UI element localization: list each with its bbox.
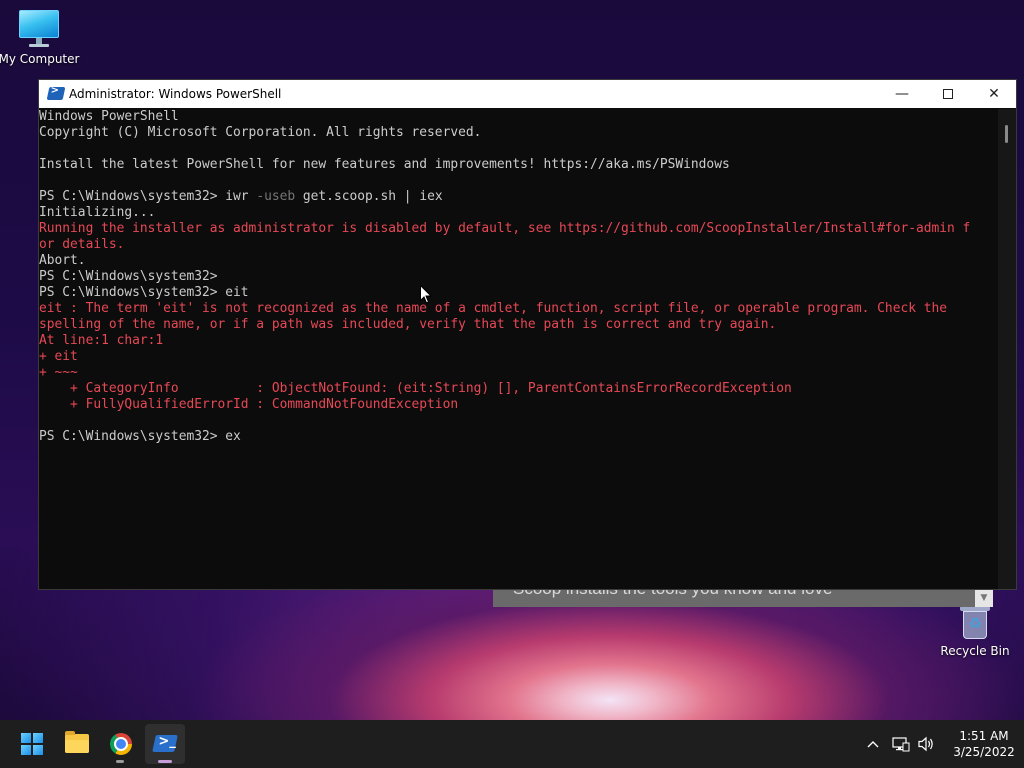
clock-time: 1:51 AM: [959, 729, 1009, 743]
maximize-icon: [943, 89, 953, 99]
clock-date: 3/25/2022: [953, 745, 1015, 759]
show-hidden-icons-chevron-icon[interactable]: [862, 720, 884, 768]
chrome-button[interactable]: [101, 724, 141, 764]
recycle-bin-label: Recycle Bin: [940, 644, 1010, 658]
console-rest: get.scoop.sh | iex: [295, 189, 443, 204]
vertical-scrollbar[interactable]: [998, 109, 1016, 589]
console-cmd: iwr: [225, 189, 249, 204]
console-line: + ~~~: [39, 365, 78, 380]
powershell-icon: >: [46, 85, 66, 100]
console-line: + CategoryInfo : ObjectNotFound: (eit:St…: [39, 381, 792, 396]
console-line: Copyright (C) Microsoft Corporation. All…: [39, 125, 482, 140]
active-indicator: [158, 760, 172, 763]
recycle-bin-icon: [960, 606, 990, 640]
console-line: spelling of the name, or if a path was i…: [39, 317, 777, 332]
close-button[interactable]: ✕: [971, 80, 1017, 108]
window-title: Administrator: Windows PowerShell: [69, 87, 282, 101]
title-bar[interactable]: > Administrator: Windows PowerShell — ✕: [39, 80, 1016, 108]
console-line: + eit: [39, 349, 78, 364]
minimize-icon: —: [895, 86, 909, 102]
console-line: PS C:\Windows\system32> eit: [39, 285, 249, 300]
console-line: Running the installer as administrator i…: [39, 221, 971, 236]
file-explorer-button[interactable]: [57, 724, 97, 764]
console-line: eit : The term 'eit' is not recognized a…: [39, 301, 948, 316]
computer-icon: [17, 10, 61, 48]
network-icon[interactable]: [890, 720, 912, 768]
folder-icon: [65, 731, 89, 753]
clock[interactable]: 1:51 AM 3/25/2022: [938, 728, 1024, 768]
maximize-button[interactable]: [925, 80, 971, 108]
scroll-down-icon[interactable]: ▼: [975, 589, 993, 607]
console-line: Initializing...: [39, 205, 156, 220]
windows-logo-icon: [21, 733, 43, 755]
start-button[interactable]: [12, 724, 52, 764]
console-line: Install the latest PowerShell for new fe…: [39, 157, 730, 172]
powershell-taskbar-button[interactable]: >_: [145, 724, 185, 764]
powershell-icon: >_: [152, 734, 178, 752]
console-line: Windows PowerShell: [39, 109, 179, 124]
minimize-button[interactable]: —: [879, 80, 925, 108]
recycle-bin-desktop-icon[interactable]: Recycle Bin: [933, 606, 1017, 658]
console-line: or details.: [39, 237, 125, 252]
console-param: -useb: [248, 189, 296, 204]
console-line: + FullyQualifiedErrorId : CommandNotFoun…: [39, 397, 459, 412]
console-line: PS C:\Windows\system32>: [39, 269, 218, 284]
console-output[interactable]: Windows PowerShell Copyright (C) Microsof…: [39, 109, 999, 589]
my-computer-label: My Computer: [0, 52, 80, 66]
console-line: At line:1 char:1: [39, 333, 164, 348]
running-indicator: [116, 760, 124, 763]
taskbar: >_ 1:51 AM 3/25/2022: [0, 720, 1024, 768]
my-computer-desktop-icon[interactable]: My Computer: [0, 10, 81, 66]
chrome-icon: [110, 733, 132, 755]
powershell-window[interactable]: > Administrator: Windows PowerShell — ✕ …: [38, 79, 1017, 590]
console-line: PS C:\Windows\system32> iwr -useb get.sc…: [39, 189, 999, 205]
console-line: Abort.: [39, 253, 86, 268]
close-icon: ✕: [988, 86, 1000, 102]
console-line: PS C:\Windows\system32> ex: [39, 429, 241, 444]
scrollbar-thumb[interactable]: [1005, 125, 1008, 143]
volume-icon[interactable]: [914, 720, 938, 768]
console-prompt: PS C:\Windows\system32>: [39, 189, 226, 204]
